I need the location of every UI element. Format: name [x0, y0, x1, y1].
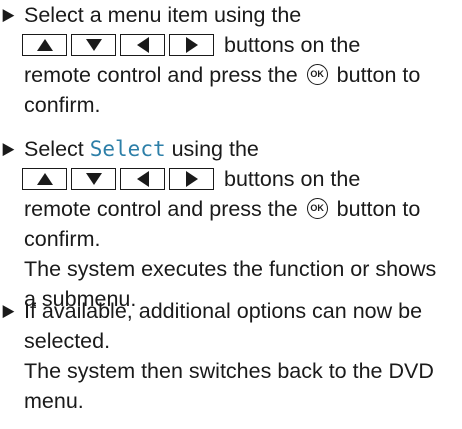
- ok-button-icon: OK: [306, 197, 328, 219]
- arrow-right-icon: [169, 168, 214, 190]
- step-2-line-1: Select Select using the: [24, 134, 259, 164]
- arrow-keys-group: buttons on the: [22, 30, 360, 60]
- step-2-line-1-pre: Select: [24, 137, 84, 161]
- step-2-line-3: remote control and press the OK button t…: [24, 194, 420, 224]
- arrow-down-icon: [71, 168, 116, 190]
- step-3-line-2: selected.: [24, 329, 111, 353]
- step-3-line-1: If available, additional options can now…: [24, 299, 423, 323]
- step-2-result-1: The system executes the function or show…: [24, 257, 437, 281]
- step-3-result-1: The system then switches back to the DVD: [24, 359, 434, 383]
- step-3-result-2: menu.: [24, 389, 84, 413]
- ok-button-icon: OK: [306, 63, 328, 85]
- arrow-up-icon: [22, 168, 67, 190]
- arrow-right-icon: [169, 34, 214, 56]
- arrow-up-icon: [22, 34, 67, 56]
- select-menu-label: Select: [89, 137, 166, 161]
- step-2-line-3-post: button to: [336, 197, 421, 221]
- step-bullet-icon: ▶: [2, 5, 15, 24]
- arrow-down-icon: [71, 34, 116, 56]
- step-2-line-3-pre: remote control and press the: [24, 197, 298, 221]
- step-2-line-4: confirm.: [24, 227, 101, 251]
- arrow-keys-group: buttons on the: [22, 164, 360, 194]
- step-1-line-1: Select a menu item using the: [24, 3, 302, 27]
- step-1-line-3-post: button to: [336, 63, 421, 87]
- step-1-keys-tail: buttons on the: [224, 32, 361, 57]
- step-2-line-1-post: using the: [171, 137, 259, 161]
- step-1-line-4: confirm.: [24, 93, 101, 117]
- step-2-keys-tail: buttons on the: [224, 166, 361, 191]
- step-1-line-3: remote control and press the OK button t…: [24, 60, 420, 90]
- step-bullet-icon: ▶: [2, 301, 15, 320]
- step-1-line-3-pre: remote control and press the: [24, 63, 298, 87]
- step-bullet-icon: ▶: [2, 139, 15, 158]
- instruction-list: ▶ Select a menu item using the buttons o…: [0, 0, 462, 429]
- arrow-left-icon: [120, 34, 165, 56]
- arrow-left-icon: [120, 168, 165, 190]
